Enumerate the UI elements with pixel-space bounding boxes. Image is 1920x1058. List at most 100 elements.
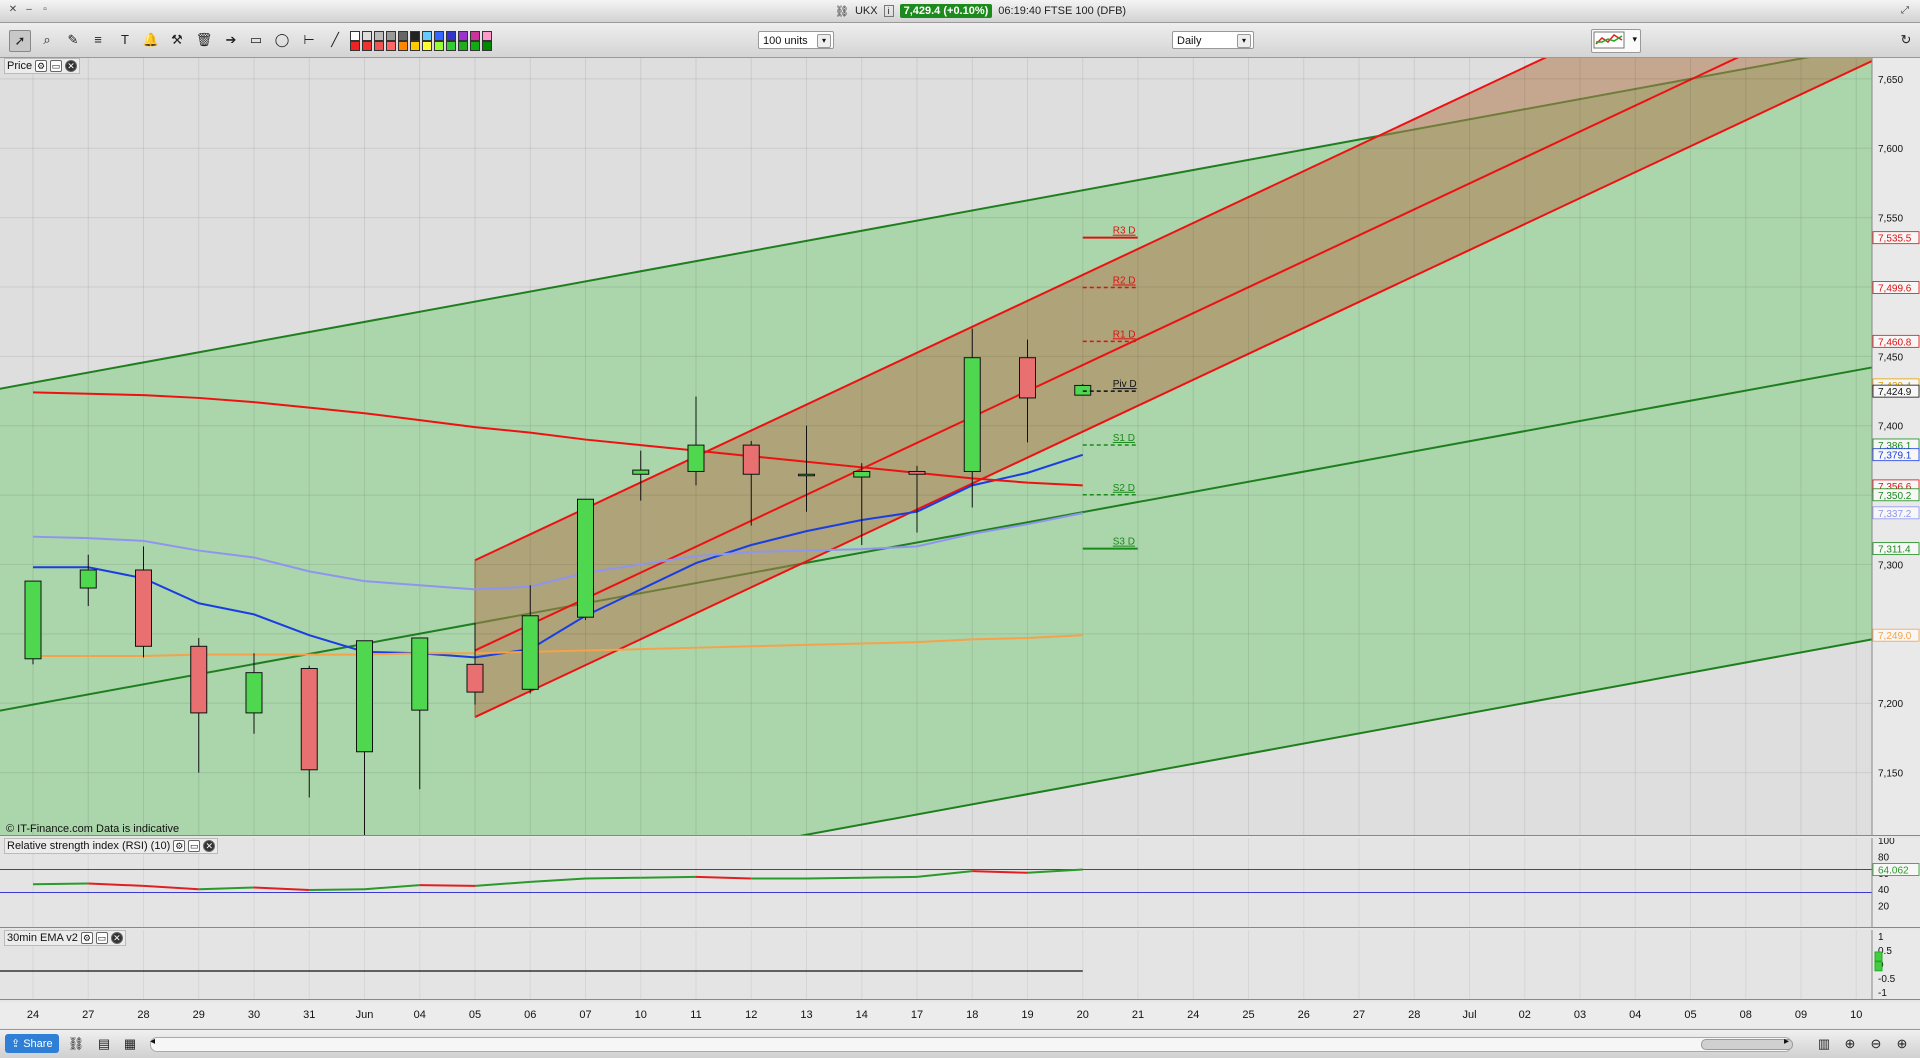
chart-scrollbar[interactable]: ◂ ▸: [150, 1036, 1793, 1052]
wrench-icon[interactable]: ⚙: [80, 932, 93, 944]
rsi-tick-label: 100: [1878, 838, 1895, 847]
price-tag-label: 7,535.5: [1878, 234, 1912, 245]
ema-tick-label: -0.5: [1878, 974, 1896, 985]
zoom-out-icon[interactable]: ⊖: [1866, 1034, 1886, 1054]
price-tick-label: 7,650: [1878, 75, 1903, 86]
scroll-right-icon[interactable]: ▸: [1784, 1036, 1789, 1047]
text-tool-icon[interactable]: T: [115, 30, 135, 50]
indicator-menu-button[interactable]: ▾: [1591, 29, 1641, 53]
candle-body: [356, 640, 373, 753]
close-icon[interactable]: ✕: [203, 840, 216, 852]
wrench-icon[interactable]: ⚙: [173, 840, 186, 852]
arrow-tool-icon[interactable]: ➔: [221, 30, 241, 50]
candle-body: [411, 637, 429, 711]
share-button-label: Share: [23, 1037, 53, 1050]
date-tick-label: 27: [82, 1009, 94, 1021]
candle-body: [245, 672, 263, 714]
date-tick-label: 02: [1519, 1009, 1531, 1021]
pointer-tool-icon[interactable]: ➚: [9, 30, 31, 52]
price-badge: 7,429.4 (+0.10%): [899, 4, 993, 18]
candle-body: [853, 470, 871, 478]
date-tick-label: 24: [27, 1009, 39, 1021]
ema-chart[interactable]: 10.50-0.5-1: [0, 930, 1920, 1000]
ema-tick-label: -1: [1878, 988, 1887, 999]
date-tick-label: 04: [414, 1009, 426, 1021]
window-symbol: UKX: [854, 5, 878, 17]
rsi-panel[interactable]: 1008060402064.062: [0, 838, 1920, 928]
chart-type-icon[interactable]: ▥: [1814, 1034, 1834, 1054]
date-tick-label: 08: [1740, 1009, 1752, 1021]
price-tag-label: 7,311.4: [1878, 545, 1911, 556]
status-bar: ⇪ Share ⛓ ▤ ▦ ◂ ▸ ▥ ⊕ ⊖ ⊕: [0, 1029, 1920, 1058]
date-tick-label: 28: [137, 1009, 149, 1021]
date-tick-label: 13: [800, 1009, 812, 1021]
magic-tool-icon[interactable]: ⚒: [167, 30, 187, 50]
candle-body: [632, 469, 650, 475]
ema-panel-title: 30min EMA v2: [7, 932, 78, 944]
title-bar: ✕ – ▫ ⛓ UKX i 7,429.4 (+0.10%) 06:19:40 …: [0, 0, 1920, 23]
price-tag-label: 7,350.2: [1878, 491, 1912, 502]
date-tick-label: 09: [1795, 1009, 1807, 1021]
date-tick-label: 29: [193, 1009, 205, 1021]
scrollbar-thumb[interactable]: [1701, 1039, 1793, 1050]
price-tick-label: 7,400: [1878, 422, 1903, 433]
rsi-line-segment: [32, 882, 89, 886]
candle-body: [1019, 357, 1036, 399]
interval-select[interactable]: Daily ▾: [1172, 31, 1254, 49]
ema-panel[interactable]: 10.50-0.5-1: [0, 930, 1920, 1000]
pivot-label: R1 D: [1113, 329, 1136, 340]
close-icon[interactable]: ✕: [65, 60, 78, 72]
rsi-panel-title: Relative strength index (RSI) (10): [7, 840, 171, 852]
rsi-tick-label: 40: [1878, 885, 1890, 896]
candle-body: [190, 645, 208, 714]
fullscreen-icon[interactable]: ⤢: [1898, 4, 1912, 18]
alert-bell-icon[interactable]: 🔔: [141, 30, 161, 50]
window-icon[interactable]: ▭: [95, 932, 108, 944]
grid-icon[interactable]: ▦: [120, 1034, 140, 1054]
date-tick-label: 18: [966, 1009, 978, 1021]
rsi-chart[interactable]: 1008060402064.062: [0, 838, 1920, 928]
window-icon[interactable]: ▭: [50, 60, 63, 72]
interval-select-value: Daily: [1177, 35, 1202, 47]
zoom-in-icon[interactable]: ⊕: [1892, 1034, 1912, 1054]
color-palette[interactable]: [350, 31, 505, 51]
trendline-tool-icon[interactable]: ╱: [325, 30, 345, 50]
refresh-icon[interactable]: ↻: [1896, 30, 1916, 50]
close-icon[interactable]: ✕: [110, 932, 123, 944]
restore-window-icon[interactable]: ▫: [38, 3, 52, 17]
info-icon[interactable]: i: [883, 5, 894, 17]
close-window-icon[interactable]: ✕: [6, 3, 20, 17]
delete-tool-icon[interactable]: 🗑: [194, 30, 214, 50]
fibonacci-tool-icon[interactable]: ≡: [88, 30, 108, 50]
link-icon[interactable]: ⛓: [66, 1034, 86, 1054]
window-icon[interactable]: ▭: [188, 840, 201, 852]
ema-tick-label: 1: [1878, 932, 1884, 943]
link-icon[interactable]: ⛓: [835, 5, 849, 18]
hline-tool-icon[interactable]: ⊢: [299, 30, 319, 50]
rectangle-tool-icon[interactable]: ▭: [246, 30, 266, 50]
units-select[interactable]: 100 units ▾: [758, 31, 834, 49]
price-tick-label: 7,150: [1878, 769, 1903, 780]
draw-tool-icon[interactable]: ✎: [63, 30, 83, 50]
minimize-window-icon[interactable]: –: [22, 3, 36, 17]
candle-body: [963, 357, 981, 472]
candle-body: [742, 444, 760, 475]
date-tick-label: Jul: [1462, 1009, 1476, 1021]
candle-body: [24, 580, 42, 660]
zoom-fit-icon[interactable]: ⊕: [1840, 1034, 1860, 1054]
price-panel-title: Price: [7, 60, 33, 72]
share-button[interactable]: ⇪ Share: [5, 1034, 59, 1053]
ema-panel-header: 30min EMA v2 ⚙ ▭ ✕: [4, 930, 126, 946]
rsi-line-segment: [585, 876, 641, 880]
scroll-left-icon[interactable]: ◂: [150, 1036, 155, 1047]
date-tick-label: 24: [1187, 1009, 1199, 1021]
rsi-line-segment: [419, 884, 476, 887]
ellipse-tool-icon[interactable]: ◯: [272, 30, 292, 50]
wrench-icon[interactable]: ⚙: [35, 60, 48, 72]
layout-icon[interactable]: ▤: [94, 1034, 114, 1054]
ema-value-marker: [1874, 951, 1883, 962]
candle-body: [687, 444, 705, 472]
zoom-tool-icon[interactable]: ⌕: [37, 30, 57, 50]
price-panel[interactable]: R3 D R2 D R1 D Piv D S1 D S2 D S3 D 7,650 7,600 7…: [0, 58, 1920, 836]
price-chart[interactable]: R3 D R2 D R1 D Piv D S1 D S2 D S3 D 7,650 7,600 7…: [0, 58, 1920, 836]
